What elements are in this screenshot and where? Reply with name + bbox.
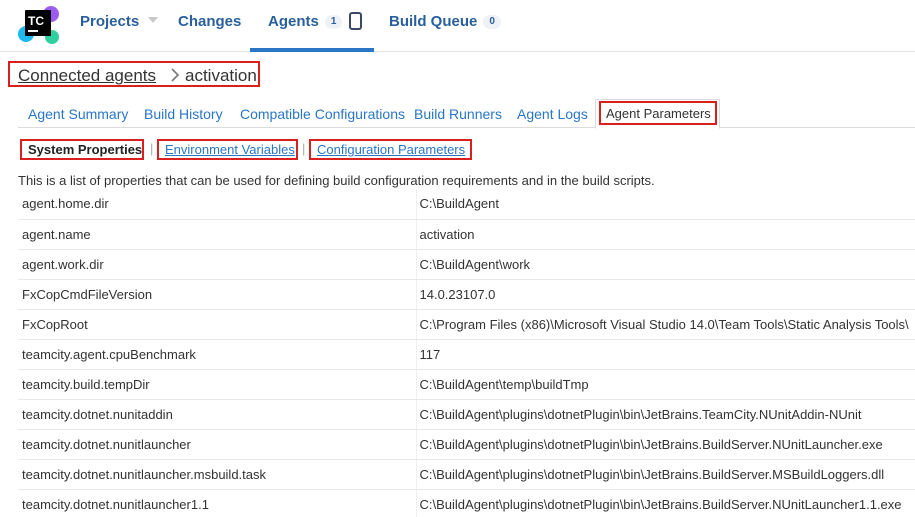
active-nav-indicator xyxy=(250,48,374,52)
subtab-separator: | xyxy=(150,141,154,156)
property-value: C:\Program Files (x86)\Microsoft Visual … xyxy=(416,309,915,340)
nav-changes[interactable]: Changes xyxy=(178,13,241,33)
tab-agent-parameters[interactable]: Agent Parameters xyxy=(606,106,711,121)
table-row: agent.work.dir C:\BuildAgent\work xyxy=(18,249,915,280)
table-row: teamcity.dotnet.nunitaddin C:\BuildAgent\… xyxy=(18,399,915,430)
property-name: FxCopCmdFileVersion xyxy=(18,279,417,310)
tab-build-runners[interactable]: Build Runners xyxy=(414,106,502,122)
subtab-system-properties[interactable]: System Properties xyxy=(20,139,144,160)
projects-dropdown-icon[interactable] xyxy=(148,17,158,23)
build-queue-count-badge: 0 xyxy=(483,15,501,29)
chevron-right-icon xyxy=(171,68,180,82)
nav-build-queue[interactable]: Build Queue 0 xyxy=(389,13,501,33)
table-row: teamcity.dotnet.nunitlauncher.msbuild.ta… xyxy=(18,459,915,490)
property-value: 117 xyxy=(416,339,915,370)
property-value: C:\BuildAgent\plugins\dotnetPlugin\bin\J… xyxy=(416,459,915,490)
property-name: teamcity.dotnet.nunitaddin xyxy=(18,399,417,430)
table-row: teamcity.dotnet.nunitlauncher C:\BuildAge… xyxy=(18,429,915,460)
property-value: activation xyxy=(416,219,915,250)
logo-text: TC xyxy=(28,14,44,28)
table-row: teamcity.dotnet.nunitlauncher1.1 C:\Build… xyxy=(18,489,915,517)
nav-agents-label: Agents xyxy=(268,13,319,30)
subtab-environment-variables[interactable]: Environment Variables xyxy=(157,139,298,160)
property-value: 14.0.23107.0 xyxy=(416,279,915,310)
table-row: teamcity.agent.cpuBenchmark 117 xyxy=(18,339,915,370)
property-value: C:\BuildAgent\work xyxy=(416,249,915,280)
intro-text: This is a list of properties that can be… xyxy=(18,173,655,188)
property-name: agent.home.dir xyxy=(18,189,417,220)
property-value: C:\BuildAgent\plugins\dotnetPlugin\bin\J… xyxy=(416,429,915,460)
nav-projects[interactable]: Projects xyxy=(80,13,139,33)
property-name: teamcity.agent.cpuBenchmark xyxy=(18,339,417,370)
tab-agent-summary[interactable]: Agent Summary xyxy=(28,106,128,122)
teamcity-logo[interactable]: TC xyxy=(18,4,60,46)
table-row: agent.home.dir C:\BuildAgent xyxy=(18,189,915,220)
subtab-separator: | xyxy=(302,141,306,156)
tab-agent-logs[interactable]: Agent Logs xyxy=(517,106,588,122)
property-value: C:\BuildAgent\temp\buildTmp xyxy=(416,369,915,400)
breadcrumb-connected-agents-link[interactable]: Connected agents xyxy=(18,66,156,86)
breadcrumb: Connected agents activation xyxy=(8,61,260,87)
property-name: teamcity.build.tempDir xyxy=(18,369,417,400)
breadcrumb-current-agent: activation xyxy=(185,66,257,85)
table-row: FxCopCmdFileVersion 14.0.23107.0 xyxy=(18,279,915,310)
property-name: agent.work.dir xyxy=(18,249,417,280)
top-navigation-bar: TC Projects Changes Agents 1 Build Queue 0 xyxy=(0,0,915,52)
table-row: FxCopRoot C:\Program Files (x86)\Microsof… xyxy=(18,309,915,340)
nav-build-queue-label: Build Queue xyxy=(389,13,478,30)
nav-agents[interactable]: Agents 1 xyxy=(268,13,343,33)
agent-tabs: Agent Summary Build History Compatible C… xyxy=(18,98,915,129)
subtab-configuration-parameters[interactable]: Configuration Parameters xyxy=(309,139,472,160)
property-value: C:\BuildAgent\plugins\dotnetPlugin\bin\J… xyxy=(416,399,915,430)
tab-compatible-configurations[interactable]: Compatible Configurations xyxy=(240,106,405,122)
property-name: teamcity.dotnet.nunitlauncher1.1 xyxy=(18,489,417,517)
table-row: agent.name activation xyxy=(18,219,915,250)
property-value: C:\BuildAgent xyxy=(416,189,915,220)
tab-build-history[interactable]: Build History xyxy=(144,106,223,122)
agents-status-icon[interactable] xyxy=(349,12,362,30)
property-name: FxCopRoot xyxy=(18,309,417,340)
property-value: C:\BuildAgent\plugins\dotnetPlugin\bin\J… xyxy=(416,489,915,517)
table-row: teamcity.build.tempDir C:\BuildAgent\temp… xyxy=(18,369,915,400)
property-name: agent.name xyxy=(18,219,417,250)
property-name: teamcity.dotnet.nunitlauncher.msbuild.ta… xyxy=(18,459,417,490)
system-properties-table: agent.home.dir C:\BuildAgent agent.name ac… xyxy=(18,189,915,517)
property-name: teamcity.dotnet.nunitlauncher xyxy=(18,429,417,460)
agents-count-badge: 1 xyxy=(324,15,343,29)
